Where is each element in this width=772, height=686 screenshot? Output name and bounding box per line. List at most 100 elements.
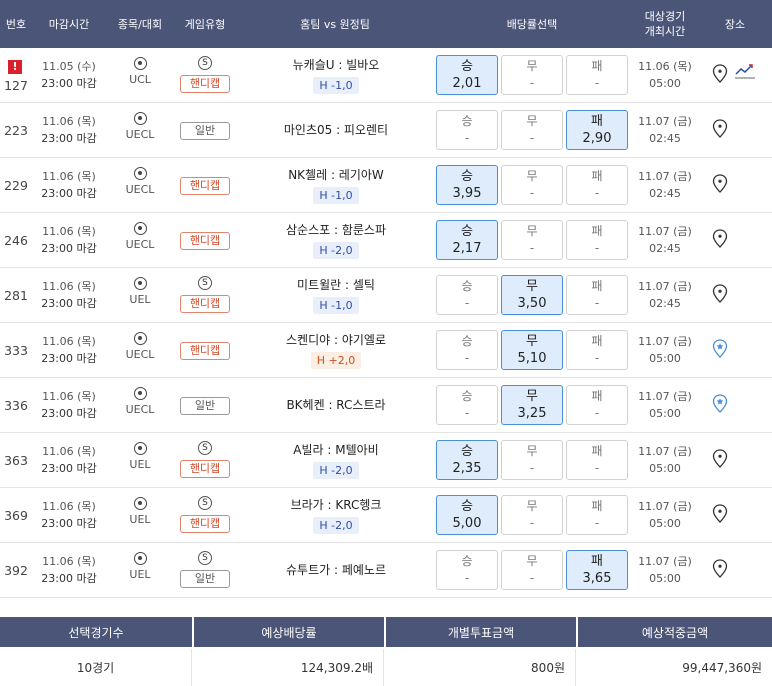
- location-pin-icon[interactable]: [712, 284, 736, 307]
- soccer-ball-icon: [133, 57, 147, 70]
- game-type: 일반: [176, 394, 234, 415]
- game-type-tag: 일반: [180, 397, 230, 415]
- game-type-tag: 핸디캡: [180, 232, 230, 250]
- odds-win-button[interactable]: 승 2,17: [436, 220, 498, 260]
- location-pin-icon[interactable]: [712, 504, 736, 527]
- game-type-tag: 핸디캡: [180, 460, 230, 478]
- header-odds-select: 배당률선택: [506, 17, 558, 31]
- odds-win-button[interactable]: 승 2,01: [436, 55, 498, 95]
- sport-league: UECL: [110, 112, 170, 141]
- match-time: 11.07 (금) 02:45: [638, 225, 692, 255]
- location-pin-icon[interactable]: [712, 119, 736, 142]
- location-pin-icon[interactable]: [712, 174, 736, 197]
- odds-draw-button[interactable]: 무-: [501, 440, 563, 480]
- deadline: 11.05 (수) 23:00 마감: [41, 60, 97, 90]
- handicap-badge: H -2,0: [313, 242, 359, 259]
- odds-draw-button[interactable]: 무 5,10: [501, 330, 563, 370]
- odds-win-button[interactable]: 승-: [436, 110, 498, 150]
- sport-league: UEL: [110, 442, 170, 471]
- game-type: 핸디캡: [176, 229, 234, 250]
- game-type: 핸디캡: [176, 339, 234, 360]
- game-type: S 핸디캡: [176, 441, 234, 478]
- game-number: 223: [4, 123, 28, 138]
- game-number: 127: [4, 78, 28, 93]
- handicap-badge: H -2,0: [313, 462, 359, 479]
- location-pin-icon[interactable]: [712, 229, 736, 252]
- match-time: 11.07 (금) 02:45: [638, 170, 692, 200]
- teams-label: 뉴캐슬U : 빌바오: [292, 58, 380, 72]
- sport-league: UECL: [110, 387, 170, 416]
- odds-lose-button[interactable]: 패-: [566, 440, 628, 480]
- odds-draw-button[interactable]: 무-: [501, 220, 563, 260]
- odds-lose-button[interactable]: 패-: [566, 220, 628, 260]
- summary-header-odds: 예상배당률: [194, 617, 384, 647]
- teams-label: 스켄디야 : 야기엘로: [286, 333, 386, 347]
- match-time: 11.06 (목) 05:00: [638, 60, 692, 90]
- header-game-type: 게임유형: [184, 17, 226, 31]
- location-pin-icon[interactable]: [712, 64, 736, 87]
- game-type: 일반: [176, 119, 234, 140]
- league-name: UECL: [125, 128, 155, 141]
- odds-lose-button[interactable]: 패-: [566, 495, 628, 535]
- league-name: UECL: [125, 238, 155, 251]
- sport-league: UCL: [110, 57, 170, 86]
- match-teams: 뉴캐슬U : 빌바오 H -1,0: [240, 56, 432, 94]
- game-type: S 핸디캡: [176, 496, 234, 533]
- deadline: 11.06 (목) 23:00 마감: [41, 170, 97, 200]
- handicap-badge: H +2,0: [310, 352, 362, 369]
- table-row: 246 11.06 (목) 23:00 마감 UECL 핸디캡 삼순스포 : 함룬스파 H …: [0, 213, 772, 268]
- odds-win-button[interactable]: 승-: [436, 550, 498, 590]
- trend-chart-icon[interactable]: [734, 62, 756, 80]
- soccer-ball-icon: [133, 387, 147, 400]
- odds-draw-button[interactable]: 무 3,50: [501, 275, 563, 315]
- odds-win-button[interactable]: 승-: [436, 385, 498, 425]
- special-badge-icon: S: [198, 551, 212, 565]
- game-type-tag: 일반: [180, 570, 230, 588]
- odds-draw-button[interactable]: 무-: [501, 550, 563, 590]
- location-pin-icon[interactable]: [712, 559, 736, 582]
- deadline: 11.06 (목) 23:00 마감: [41, 445, 97, 475]
- match-teams: NK첼레 : 레기아W H -1,0: [240, 166, 432, 204]
- odds-lose-button[interactable]: 패 3,65: [566, 550, 628, 590]
- odds-lose-button[interactable]: 패-: [566, 275, 628, 315]
- odds-draw-button[interactable]: 무 3,25: [501, 385, 563, 425]
- odds-win-button[interactable]: 승-: [436, 275, 498, 315]
- league-name: UEL: [129, 513, 151, 526]
- soccer-ball-icon: [133, 442, 147, 455]
- location-star-icon[interactable]: [712, 394, 736, 417]
- odds-win-button[interactable]: 승 5,00: [436, 495, 498, 535]
- odds-lose-button[interactable]: 패-: [566, 330, 628, 370]
- odds-win-button[interactable]: 승 3,95: [436, 165, 498, 205]
- odds-lose-button[interactable]: 패-: [566, 165, 628, 205]
- odds-draw-button[interactable]: 무-: [501, 495, 563, 535]
- match-time: 11.07 (금) 02:45: [638, 115, 692, 145]
- game-type-tag: 핸디캡: [180, 515, 230, 533]
- summary-header-count: 선택경기수: [0, 617, 192, 647]
- game-type-tag: 핸디캡: [180, 75, 230, 93]
- teams-label: A빌라 : M텔아비: [293, 443, 379, 457]
- table-row: 392 11.06 (목) 23:00 마감 UEL S 일반 슈투트가 : 페예노르 승 - 무…: [0, 543, 772, 598]
- odds-lose-button[interactable]: 패-: [566, 55, 628, 95]
- location-star-icon[interactable]: [712, 339, 736, 362]
- table-row: 333 11.06 (목) 23:00 마감 UECL 핸디캡 스켄디야 : 야기엘로 H …: [0, 323, 772, 378]
- odds-draw-button[interactable]: 무-: [501, 55, 563, 95]
- summary-odds: 124,309.2배: [194, 649, 384, 686]
- match-time: 11.07 (금) 05:00: [638, 500, 692, 530]
- match-teams: 슈투트가 : 페예노르: [240, 561, 432, 578]
- game-type: 핸디캡: [176, 174, 234, 195]
- header-teams: 홈팀 vs 원정팀: [300, 17, 370, 31]
- odds-win-button[interactable]: 승 2,35: [436, 440, 498, 480]
- odds-win-button[interactable]: 승-: [436, 330, 498, 370]
- teams-label: 슈투트가 : 페예노르: [286, 563, 386, 577]
- sport-league: UEL: [110, 277, 170, 306]
- soccer-ball-icon: [133, 332, 147, 345]
- table-header: 번호 마감시간 종목/대회 게임유형 홈팀 vs 원정팀 배당률선택 대상경기 개…: [0, 0, 772, 48]
- odds-draw-button[interactable]: 무-: [501, 110, 563, 150]
- odds-draw-button[interactable]: 무-: [501, 165, 563, 205]
- match-teams: 브라가 : KRC헹크 H -2,0: [240, 496, 432, 534]
- odds-lose-button[interactable]: 패-: [566, 385, 628, 425]
- soccer-ball-icon: [133, 222, 147, 235]
- odds-lose-button[interactable]: 패 2,90: [566, 110, 628, 150]
- header-deadline: 마감시간: [48, 17, 90, 31]
- location-pin-icon[interactable]: [712, 449, 736, 472]
